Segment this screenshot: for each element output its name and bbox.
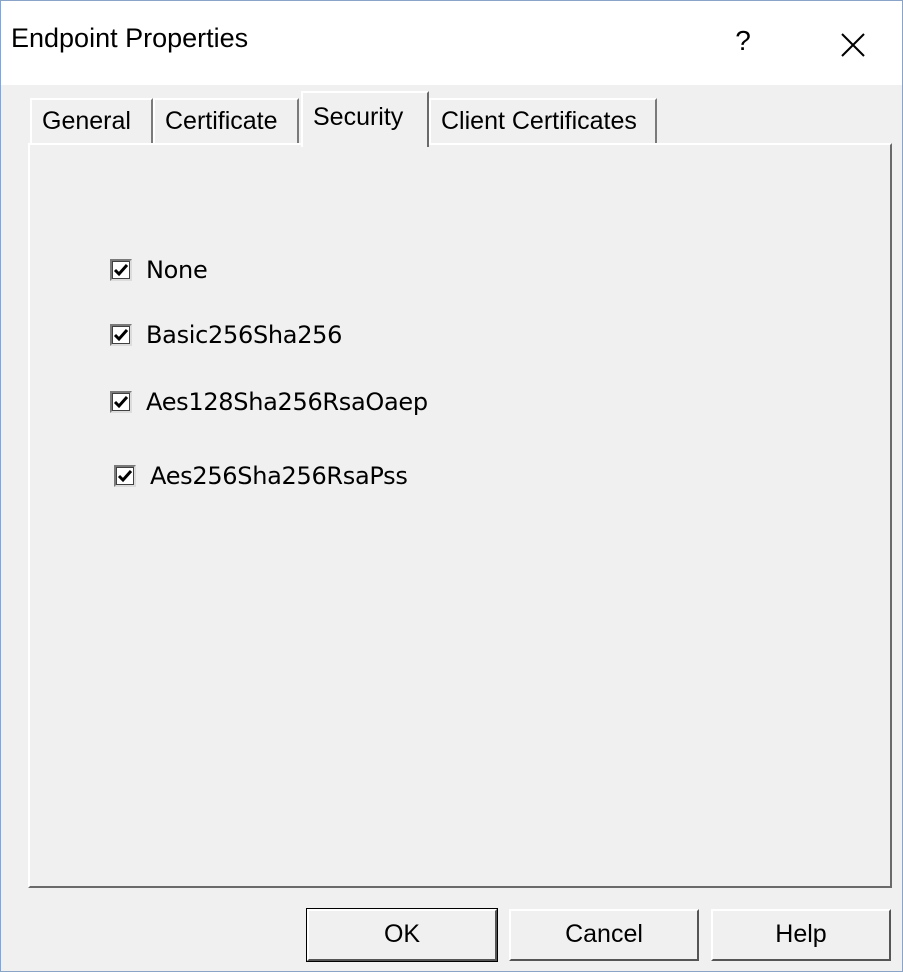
checkmark-icon <box>117 470 133 483</box>
tab-certificate[interactable]: Certificate <box>153 98 299 144</box>
policy-none-label: None <box>146 256 208 284</box>
window-title: Endpoint Properties <box>11 23 249 53</box>
policy-none-checkbox[interactable] <box>110 259 132 281</box>
endpoint-properties-dialog: Endpoint Properties ? General Certificat… <box>0 0 903 972</box>
cancel-button[interactable]: Cancel <box>509 909 699 961</box>
tab-general[interactable]: General <box>30 98 153 144</box>
policy-aes128sha256rsaoaep-checkbox[interactable] <box>110 391 132 413</box>
tab-client-certificates[interactable]: Client Certificates <box>429 98 657 144</box>
checkmark-icon <box>113 396 129 409</box>
tab-security[interactable]: Security <box>301 91 429 147</box>
help-icon[interactable]: ? <box>723 19 763 63</box>
policy-aes256sha256rsapss-option[interactable]: Aes256Sha256RsaPss <box>114 461 408 491</box>
policy-basic256sha256-checkbox[interactable] <box>110 324 132 346</box>
ok-button[interactable]: OK <box>306 908 498 962</box>
policy-basic256sha256-option[interactable]: Basic256Sha256 <box>110 320 342 350</box>
title-bar: Endpoint Properties ? <box>1 1 902 85</box>
checkmark-icon <box>113 329 129 342</box>
help-button[interactable]: Help <box>711 909 891 961</box>
policy-aes128sha256rsaoaep-label: Aes128Sha256RsaOaep <box>146 388 428 416</box>
policy-aes128sha256rsaoaep-option[interactable]: Aes128Sha256RsaOaep <box>110 387 428 417</box>
policy-aes256sha256rsapss-checkbox[interactable] <box>114 465 136 487</box>
policy-basic256sha256-label: Basic256Sha256 <box>146 321 343 349</box>
policy-aes256sha256rsapss-label: Aes256Sha256RsaPss <box>150 462 408 490</box>
policy-none-option[interactable]: None <box>110 255 208 285</box>
security-tab-panel: None Basic256Sha256 Aes128Sha256RsaOaep … <box>28 143 892 888</box>
close-icon <box>841 33 865 57</box>
close-button[interactable] <box>823 19 883 69</box>
checkmark-icon <box>113 264 129 277</box>
